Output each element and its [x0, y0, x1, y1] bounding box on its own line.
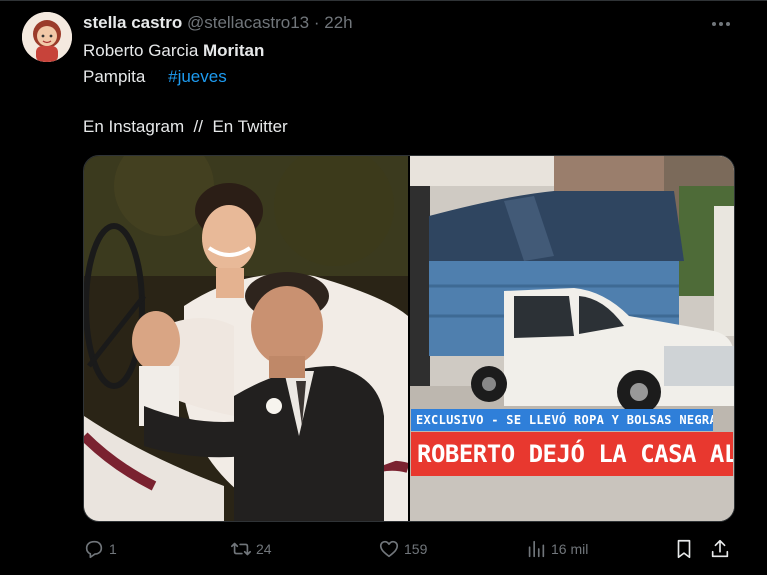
share-button[interactable]	[709, 536, 735, 562]
more-button[interactable]	[706, 12, 736, 36]
avatar-image	[22, 12, 72, 62]
top-divider	[0, 0, 767, 1]
handle[interactable]: @stellacastro13	[187, 13, 309, 32]
wedding-photo	[84, 156, 410, 521]
share-icon	[709, 538, 731, 560]
media-container[interactable]: EXCLUSIVO - SE LLEVÓ ROPA Y BOLSAS NEGRA…	[83, 155, 735, 522]
views-icon	[525, 538, 547, 560]
reply-button[interactable]: 1	[83, 536, 117, 562]
timestamp[interactable]: 22h	[324, 13, 352, 32]
more-dots-icon	[712, 22, 730, 26]
bookmark-button[interactable]	[673, 536, 699, 562]
views-button[interactable]: 16 mil	[525, 536, 588, 562]
heart-icon	[378, 538, 400, 560]
display-name[interactable]: stella castro	[83, 13, 182, 32]
retweet-count: 24	[256, 541, 272, 557]
avatar[interactable]	[22, 12, 72, 62]
views-count: 16 mil	[551, 541, 589, 557]
separator-dot: ·	[313, 13, 320, 32]
tweet-line-2: Pampita #jueves	[83, 66, 227, 88]
tweet-text-bold: Moritan	[203, 41, 265, 60]
tweet-text-pampita: Pampita	[83, 67, 146, 86]
retweet-icon	[230, 538, 252, 560]
news-headline-banner: ROBERTO DEJÓ LA CASA AL ME	[411, 432, 733, 476]
like-count: 159	[404, 541, 428, 557]
reply-icon	[83, 538, 105, 560]
tweet-text-normal: Roberto Garcia	[83, 41, 199, 60]
tweet-header: stella castro @stellacastro13 · 22h	[83, 12, 353, 34]
retweet-button[interactable]: 24	[230, 536, 272, 562]
action-bar: 1 24 159 16 mil	[83, 536, 735, 562]
tweet-line-3: En Instagram // En Twitter	[83, 117, 288, 136]
reply-count: 1	[109, 541, 117, 557]
news-ticker-small: EXCLUSIVO - SE LLEVÓ ROPA Y BOLSAS NEGRA…	[411, 409, 713, 431]
like-button[interactable]: 159	[378, 536, 427, 562]
tweet-line-1: Roberto Garcia Moritan	[83, 40, 264, 62]
hashtag-link[interactable]: #jueves	[168, 67, 227, 86]
bookmark-icon	[673, 538, 695, 560]
